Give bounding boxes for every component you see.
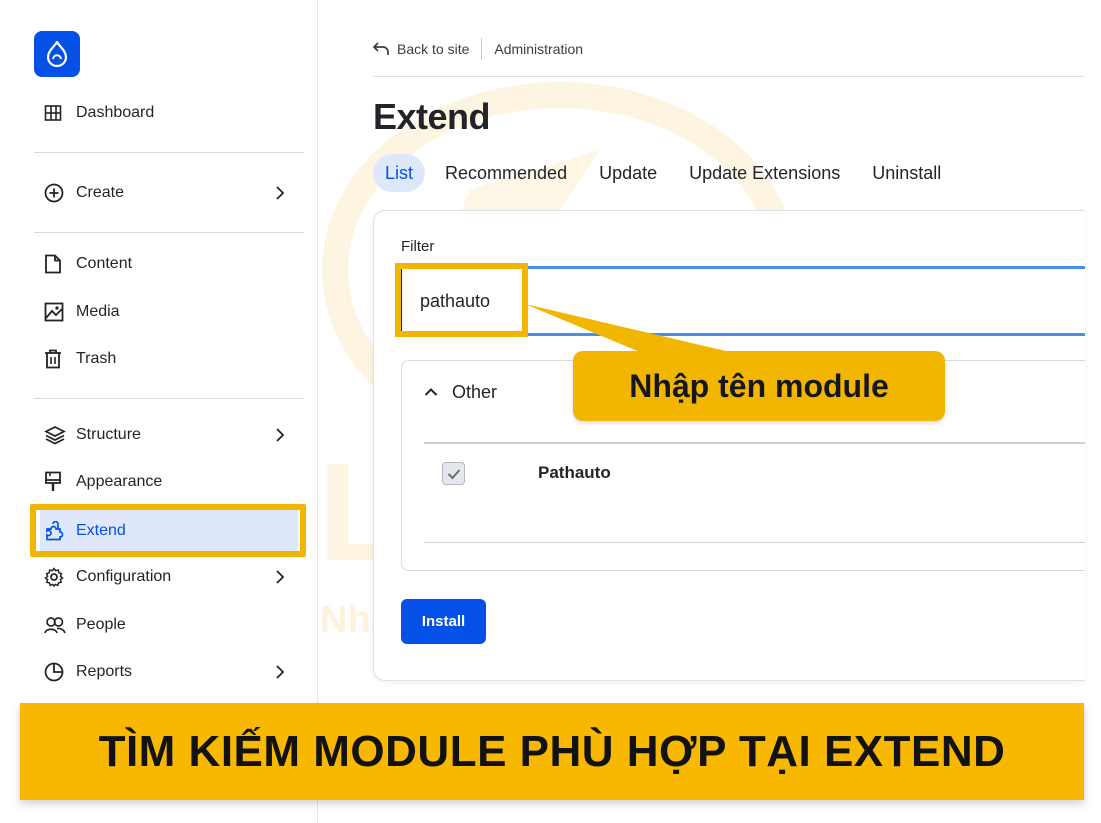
- image-icon: [44, 301, 70, 323]
- checkmark-icon: [447, 468, 460, 479]
- divider: [34, 152, 304, 153]
- module-group-label: Other: [452, 381, 498, 402]
- sidebar-item-trash[interactable]: Trash: [34, 339, 304, 379]
- tab-recommended[interactable]: Recommended: [429, 154, 583, 192]
- sidebar-item-label: Appearance: [76, 473, 163, 490]
- group-bottom-divider: [424, 542, 1085, 543]
- sidebar-item-label: Trash: [76, 350, 117, 367]
- chevron-right-icon[interactable]: [270, 567, 290, 587]
- gear-icon: [44, 566, 70, 588]
- file-icon: [44, 253, 70, 275]
- tab-list[interactable]: List: [373, 154, 426, 192]
- breadcrumb-current[interactable]: Administration: [494, 41, 583, 57]
- sidebar-item-label: Reports: [76, 663, 133, 680]
- module-name: Pathauto: [538, 463, 611, 482]
- sidebar-item-label: Dashboard: [76, 104, 155, 121]
- divider: [34, 232, 304, 233]
- sidebar-item-media[interactable]: Media: [34, 292, 304, 332]
- sidebar-item-label: Create: [76, 184, 125, 201]
- sidebar-item-appearance[interactable]: Appearance: [34, 462, 304, 502]
- sidebar-item-dashboard[interactable]: Dashboard: [34, 93, 304, 133]
- sidebar-item-content[interactable]: Content: [34, 244, 304, 284]
- filter-highlight-frame: [395, 263, 528, 337]
- header-divider: [373, 76, 1085, 77]
- dashboard-icon: [44, 102, 70, 124]
- paint-icon: [44, 471, 70, 493]
- sidebar: Dashboard Create Content Media Trash Str…: [0, 0, 318, 823]
- breadcrumb: Back to site Administration: [373, 36, 583, 62]
- tab-update-extensions[interactable]: Update Extensions: [673, 154, 856, 192]
- layers-icon: [44, 424, 70, 446]
- chevron-right-icon[interactable]: [270, 662, 290, 682]
- sidebar-item-create[interactable]: Create: [34, 173, 304, 213]
- sidebar-item-label: Content: [76, 255, 133, 272]
- plus-circle-icon: [44, 182, 70, 204]
- breadcrumb-separator: [481, 38, 483, 60]
- filter-label: Filter: [401, 238, 435, 255]
- group-divider: [424, 442, 1085, 444]
- sidebar-item-label: Structure: [76, 426, 141, 443]
- caption-banner: TÌM KIẾM MODULE PHÙ HỢP TẠI EXTEND: [20, 703, 1084, 800]
- tab-update[interactable]: Update: [583, 154, 673, 192]
- drop-icon: [46, 41, 68, 67]
- install-button[interactable]: Install: [401, 599, 486, 644]
- people-icon: [44, 614, 70, 636]
- chevron-up-icon: [424, 387, 444, 397]
- callout-label: Nhập tên module: [573, 351, 945, 421]
- pie-chart-icon: [44, 661, 70, 683]
- module-checkbox-pathauto[interactable]: [442, 462, 465, 485]
- sidebar-item-structure[interactable]: Structure: [34, 415, 304, 455]
- chevron-right-icon[interactable]: [270, 425, 290, 445]
- extend-highlight-frame: [30, 504, 306, 557]
- back-arrow-icon[interactable]: [373, 42, 389, 56]
- sidebar-item-reports[interactable]: Reports: [34, 652, 304, 692]
- sidebar-item-configuration[interactable]: Configuration: [34, 557, 304, 597]
- sidebar-item-label: Media: [76, 303, 120, 320]
- back-to-site-link[interactable]: Back to site: [397, 41, 469, 57]
- sidebar-item-people[interactable]: People: [34, 605, 304, 645]
- tab-uninstall[interactable]: Uninstall: [856, 154, 957, 192]
- chevron-right-icon[interactable]: [270, 183, 290, 203]
- sidebar-item-label: Configuration: [76, 568, 172, 585]
- sidebar-item-label: People: [76, 616, 126, 633]
- module-group-toggle[interactable]: Other: [424, 380, 497, 404]
- divider: [34, 398, 304, 399]
- drupal-logo[interactable]: [34, 31, 80, 77]
- tab-bar: List Recommended Update Update Extension…: [373, 154, 957, 192]
- trash-icon: [44, 348, 70, 370]
- page-title: Extend: [373, 96, 491, 137]
